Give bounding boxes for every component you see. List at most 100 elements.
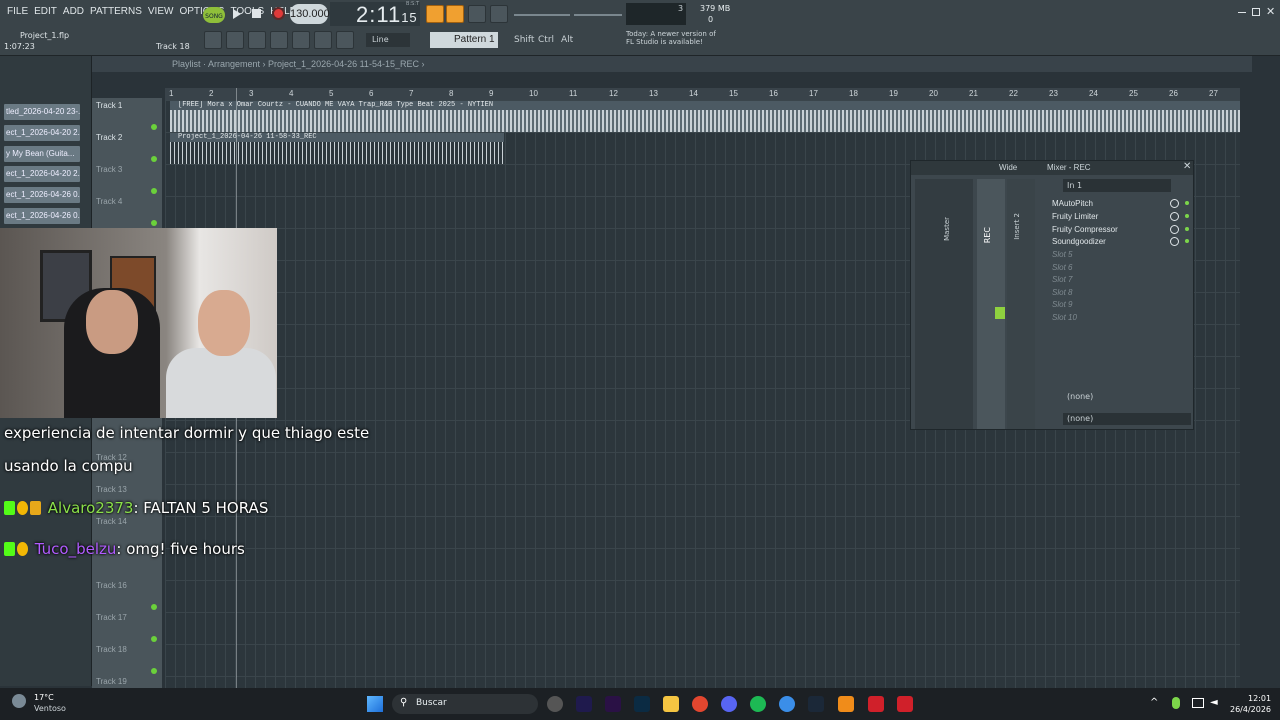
browser-item[interactable]: y My Bean (Guita... (4, 146, 80, 162)
volume-icon[interactable]: ◄ (1210, 697, 1218, 708)
menu-add[interactable]: ADD (60, 6, 87, 17)
track-mute-led[interactable] (151, 156, 157, 162)
taskbar-search[interactable]: ⚲ Buscar (392, 694, 538, 714)
mixer-icon[interactable] (270, 31, 288, 49)
spotify-icon[interactable] (750, 696, 766, 712)
track-label[interactable]: Track 17 (96, 613, 127, 622)
menu-patterns[interactable]: PATTERNS (87, 6, 145, 17)
plugin-database-icon[interactable] (314, 31, 332, 49)
fx-slot[interactable]: MAutoPitch (1052, 199, 1093, 208)
ctrl-button[interactable]: Ctrl (538, 35, 554, 45)
wait-input-icon[interactable] (490, 5, 508, 23)
track-label[interactable]: Track 13 (96, 485, 127, 494)
playlist-titlebar[interactable]: Playlist · Arrangement › Project_1_2026-… (92, 56, 1252, 72)
track-mute-led[interactable] (151, 188, 157, 194)
track-label[interactable]: Track 14 (96, 517, 127, 526)
track-mute-led[interactable] (151, 668, 157, 674)
browser-item[interactable]: tled_2026-04-20 23-... (4, 104, 80, 120)
step-edit-icon[interactable] (446, 5, 464, 23)
browser-item[interactable]: ect_1_2026-04-20 2... (4, 125, 80, 141)
after-effects-icon[interactable] (576, 696, 592, 712)
menu-view[interactable]: VIEW (145, 6, 177, 17)
fx-on-led[interactable] (1185, 239, 1189, 243)
pattern-snap-icon[interactable] (426, 5, 444, 23)
timeline-ruler[interactable]: 1 2 3 4 5 6 7 8 9 10 11 12 13 14 15 16 17 18 19 20 21 22 23 24 2… (165, 88, 1240, 100)
audio-clip-waveform[interactable] (170, 142, 504, 164)
track-label[interactable]: Track 19 (96, 677, 127, 686)
stop-icon[interactable] (252, 9, 261, 18)
fx-on-led[interactable] (1185, 201, 1189, 205)
record-icon[interactable] (272, 7, 285, 20)
master-volume-slider[interactable] (574, 14, 622, 16)
input-selector[interactable]: In 1 (1063, 179, 1171, 192)
chat-username[interactable]: Tuco_belzu (35, 540, 117, 558)
mixer-strip-insert2[interactable] (1007, 179, 1035, 429)
track-label[interactable]: Track 18 (96, 645, 127, 654)
discord-icon[interactable] (721, 696, 737, 712)
photoshop-icon[interactable] (634, 696, 650, 712)
audio-clip-title[interactable]: [FREE] Mora x Omar Courtz - CUANDO ME VA… (170, 101, 1240, 110)
app-icon[interactable] (897, 696, 913, 712)
piano-roll-icon[interactable] (226, 31, 244, 49)
network-icon[interactable] (1192, 698, 1204, 708)
track-mute-led[interactable] (151, 124, 157, 130)
track-label[interactable]: Track 1 (96, 101, 122, 110)
fx-mix-knob[interactable] (1170, 212, 1179, 221)
fx-slot[interactable]: Fruity Compressor (1052, 225, 1118, 234)
steam-icon[interactable] (808, 696, 824, 712)
fx-on-led[interactable] (1185, 214, 1189, 218)
microphone-icon[interactable] (336, 31, 354, 49)
chat-username[interactable]: Alvaro2373 (48, 499, 134, 517)
microphone-tray-icon[interactable] (1172, 697, 1180, 709)
alt-button[interactable]: Alt (561, 35, 573, 45)
taskbar-date[interactable]: 26/4/2026 (1230, 705, 1271, 714)
track-label[interactable]: Track 16 (96, 581, 127, 590)
track-label[interactable]: Track 3 (96, 165, 122, 174)
fx-mix-knob[interactable] (1170, 199, 1179, 208)
menu-file[interactable]: FILE (4, 6, 31, 17)
playlist-icon[interactable] (204, 31, 222, 49)
app-icon[interactable] (868, 696, 884, 712)
browser-item[interactable]: ect_1_2026-04-26 0... (4, 187, 80, 203)
mixer-titlebar[interactable]: Wide Mixer - REC ✕ (911, 161, 1193, 175)
track-mute-led[interactable] (151, 220, 157, 226)
fx-slot[interactable]: Fruity Limiter (1052, 212, 1098, 221)
fx-slot[interactable]: Soundgoodizer (1052, 237, 1106, 246)
mixer-view-mode[interactable]: Wide (999, 163, 1017, 172)
windows-start-icon[interactable] (367, 696, 383, 712)
channel-rack-icon[interactable] (248, 31, 266, 49)
fx-slot-empty[interactable]: Slot 7 (1052, 275, 1072, 284)
output-selector-1[interactable]: (none) (1065, 391, 1191, 403)
mixer-strip-rec[interactable] (977, 179, 1005, 429)
fx-slot-empty[interactable]: Slot 9 (1052, 300, 1072, 309)
track-mute-led[interactable] (151, 604, 157, 610)
fl-studio-icon[interactable] (838, 696, 854, 712)
browser-item[interactable]: ect_1_2026-04-20 2... (4, 166, 80, 182)
fx-slot-empty[interactable]: Slot 8 (1052, 288, 1072, 297)
snap-selector[interactable]: Line (366, 33, 410, 47)
fx-slot-empty[interactable]: Slot 6 (1052, 263, 1072, 272)
chrome-icon[interactable] (779, 696, 795, 712)
audio-clip-title[interactable]: Project_1_2026-04-26 11-58-33_REC (170, 133, 504, 142)
output-selector-2[interactable]: (none) (1063, 413, 1191, 425)
chatgpt-icon[interactable] (547, 696, 563, 712)
menu-edit[interactable]: EDIT (31, 6, 60, 17)
track-mute-led[interactable] (151, 636, 157, 642)
song-mode-toggle[interactable]: SONG (203, 7, 225, 23)
rec-fader[interactable] (995, 307, 1005, 319)
track-label[interactable]: Track 4 (96, 197, 122, 206)
taskbar-clock[interactable]: 12:01 (1248, 694, 1271, 703)
fx-mix-knob[interactable] (1170, 237, 1179, 246)
tempo-display[interactable]: 130.000 (290, 4, 330, 24)
shift-button[interactable]: Shift (514, 35, 534, 45)
fx-mix-knob[interactable] (1170, 225, 1179, 234)
play-icon[interactable] (233, 9, 241, 19)
weather-icon[interactable] (12, 694, 26, 708)
track-label[interactable]: Track 2 (96, 133, 122, 142)
window-close-icon[interactable]: ✕ (1266, 5, 1275, 18)
fx-slot-empty[interactable]: Slot 10 (1052, 313, 1077, 322)
browser-icon[interactable] (292, 31, 310, 49)
mixer-close-icon[interactable]: ✕ (1183, 161, 1191, 172)
metronome-icon[interactable] (468, 5, 486, 23)
fx-slot-empty[interactable]: Slot 5 (1052, 250, 1072, 259)
